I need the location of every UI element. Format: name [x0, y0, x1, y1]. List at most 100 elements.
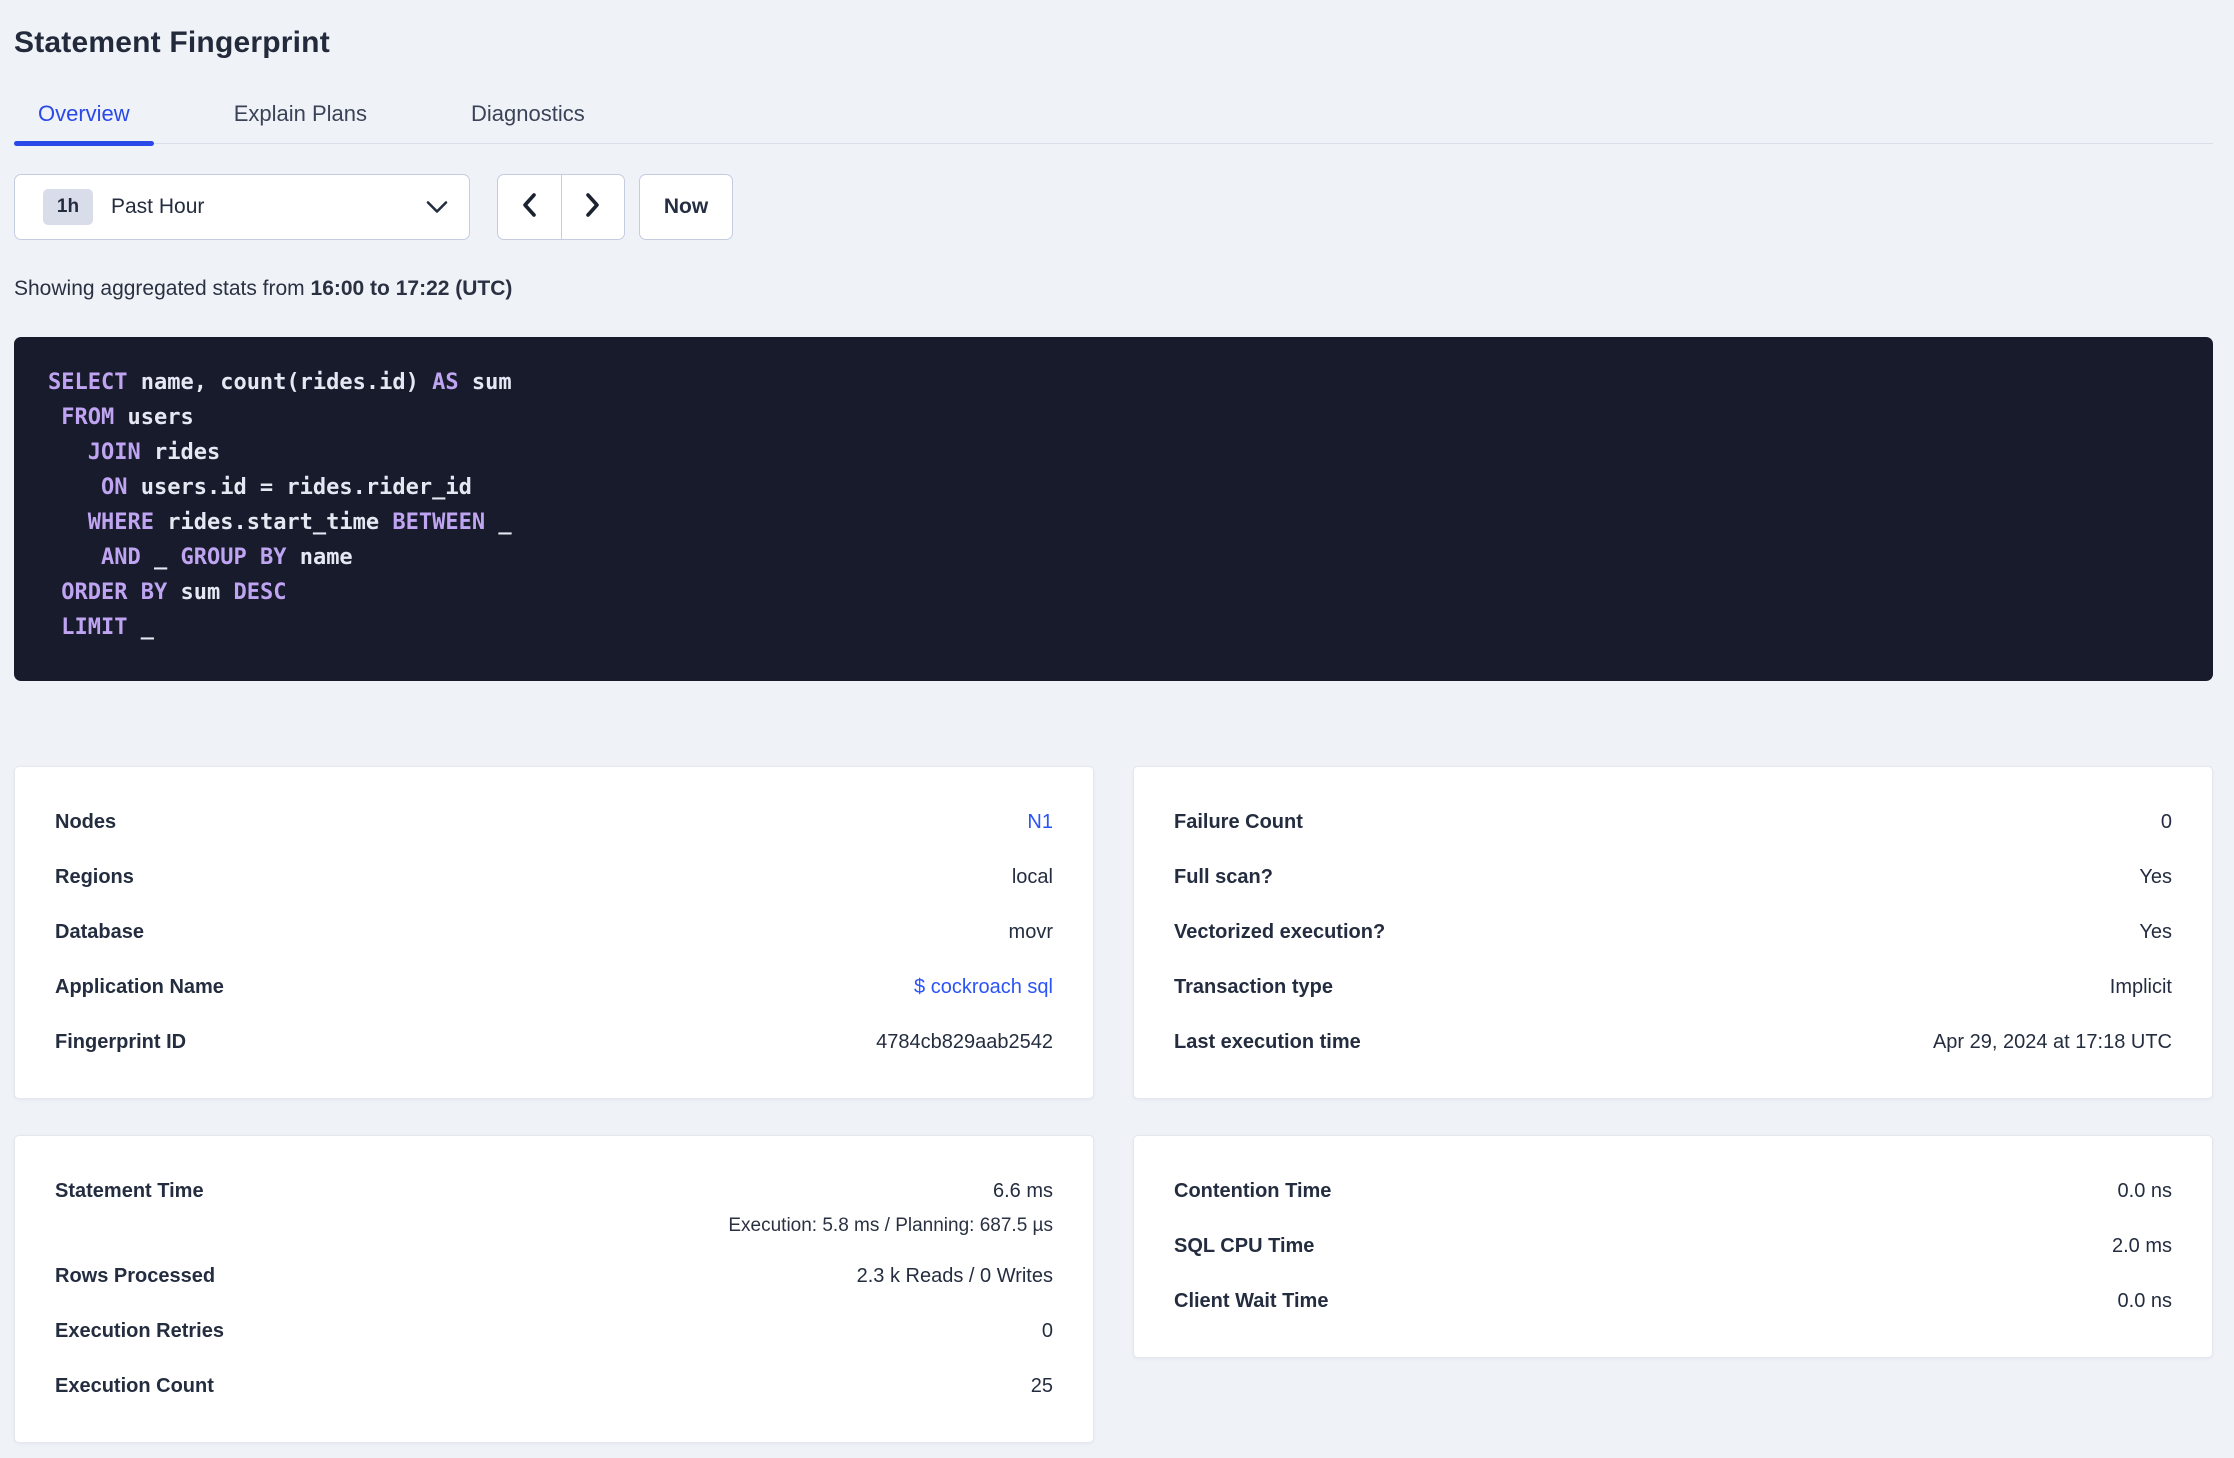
execution-attributes-card: Failure Count 0 Full scan? Yes Vectorized ex…	[1133, 766, 2213, 1099]
stat-value: local	[1011, 866, 1053, 888]
stat-label: Fingerprint ID	[55, 1031, 187, 1053]
sql-keyword: AND	[100, 545, 141, 570]
sql-statement-text: SELECT name, count(rides.id) AS sum FROM…	[48, 365, 2193, 645]
stat-row: Statement Time 6.6 ms	[55, 1164, 1053, 1219]
tab-explain-plans[interactable]: Explain Plans	[210, 101, 391, 143]
stat-value: Apr 29, 2024 at 17:18 UTC	[1932, 1031, 2172, 1053]
stat-label: Last execution time	[1174, 1031, 1361, 1053]
sql-keyword: GROUP BY	[180, 545, 287, 570]
stat-value: Yes	[2139, 921, 2172, 943]
sql-text: sum	[458, 370, 512, 395]
stat-row: Full scan? Yes	[1174, 850, 2172, 905]
stat-row: Transaction type Implicit	[1174, 960, 2172, 1015]
stat-row: Fingerprint ID 4784cb829aab2542	[55, 1015, 1053, 1070]
chevron-down-icon	[426, 200, 448, 214]
stat-value: 4784cb829aab2542	[876, 1031, 1053, 1053]
stat-row: Nodes N1	[55, 795, 1053, 850]
previous-time-button[interactable]	[498, 175, 562, 239]
stat-label: Nodes	[55, 811, 117, 833]
sql-statement-box: SELECT name, count(rides.id) AS sum FROM…	[14, 337, 2213, 681]
next-time-button[interactable]	[562, 175, 625, 239]
stat-row: Database movr	[55, 905, 1053, 960]
stat-value: 6.6 ms	[992, 1180, 1053, 1202]
stat-label: Contention Time	[1174, 1180, 1332, 1202]
sql-text: _	[485, 510, 512, 535]
stat-label: Application Name	[55, 976, 224, 998]
stat-value: 0	[1041, 1320, 1053, 1342]
stat-label: Statement Time	[55, 1180, 204, 1202]
stat-row: Last execution time Apr 29, 2024 at 17:18…	[1174, 1015, 2172, 1070]
sql-text: rides	[140, 440, 221, 465]
stat-row: Execution Count 25	[55, 1359, 1053, 1414]
chevron-right-icon	[584, 192, 602, 223]
summary-cards: Nodes N1 Regions local Database movr Applicati…	[14, 766, 2213, 1443]
stat-label: Execution Retries	[55, 1320, 224, 1342]
time-interval-badge: 1h	[43, 189, 93, 225]
stat-value: Yes	[2139, 866, 2172, 888]
stat-row: Application Name $ cockroach sql	[55, 960, 1053, 1015]
stat-value: 2.3 k Reads / 0 Writes	[856, 1265, 1053, 1287]
stat-value-link[interactable]: N1	[1027, 811, 1053, 834]
stat-label: Regions	[55, 866, 134, 888]
stat-row: Vectorized execution? Yes	[1174, 905, 2172, 960]
sql-keyword: JOIN	[87, 440, 141, 465]
stat-value: 0.0 ns	[2117, 1290, 2172, 1312]
caption-time-range: 16:00 to 17:22 (UTC)	[310, 277, 513, 300]
stat-row: Execution Retries 0	[55, 1304, 1053, 1359]
stat-value: 2.0 ms	[2111, 1235, 2172, 1257]
time-range-label: Past Hour	[111, 195, 205, 218]
sql-keyword: DESC	[233, 580, 287, 605]
sql-text: _	[140, 545, 181, 570]
stat-value-link[interactable]: $ cockroach sql	[914, 976, 1053, 999]
stat-label: Full scan?	[1174, 866, 1273, 888]
time-pager	[497, 174, 625, 240]
sql-text: _	[127, 615, 154, 640]
stat-label: Transaction type	[1174, 976, 1333, 998]
chevron-left-icon	[520, 192, 538, 223]
sql-text: users	[114, 405, 194, 430]
sql-keyword: LIMIT	[61, 615, 128, 640]
stat-label: Database	[55, 921, 144, 943]
time-controls: 1h Past Hour Now	[14, 174, 2213, 240]
sql-keyword: AS	[432, 370, 459, 395]
page-title: Statement Fingerprint	[14, 26, 330, 59]
statement-details-card: Nodes N1 Regions local Database movr Applicati…	[14, 766, 1094, 1099]
sql-keyword: WHERE	[87, 510, 154, 535]
stat-label: Failure Count	[1174, 811, 1303, 833]
stat-value: movr	[1008, 921, 1053, 943]
tab-diagnostics[interactable]: Diagnostics	[447, 101, 609, 143]
stat-row: Regions local	[55, 850, 1053, 905]
sql-text: sum	[167, 580, 234, 605]
sql-keyword: ON	[100, 475, 128, 500]
stat-subvalue: Execution: 5.8 ms / Planning: 687.5 µs	[728, 1215, 1053, 1236]
tab-bar: Overview Explain Plans Diagnostics	[14, 101, 2213, 146]
sql-keyword: ORDER BY	[61, 580, 168, 605]
stat-value: Implicit	[2109, 976, 2172, 998]
stat-row: SQL CPU Time 2.0 ms	[1174, 1219, 2172, 1274]
stat-row: Contention Time 0.0 ns	[1174, 1164, 2172, 1219]
tab-overview[interactable]: Overview	[14, 101, 154, 146]
caption-prefix: Showing aggregated stats from	[14, 277, 311, 300]
wait-times-card: Contention Time 0.0 ns SQL CPU Time 2.0 ms C…	[1133, 1135, 2213, 1358]
stat-value: 25	[1030, 1375, 1053, 1397]
stat-value: 0	[2160, 811, 2172, 833]
now-button[interactable]: Now	[639, 174, 733, 240]
sql-text: rides.start_time	[153, 510, 393, 535]
stat-label: Rows Processed	[55, 1265, 216, 1287]
stat-label: SQL CPU Time	[1174, 1235, 1315, 1257]
sql-keyword: FROM	[61, 405, 115, 430]
time-range-dropdown[interactable]: 1h Past Hour	[14, 174, 470, 240]
sql-text: users.id = rides.rider_id	[127, 475, 472, 500]
sql-text: name	[286, 545, 353, 570]
statement-fingerprint-page: Statement Fingerprint Overview Explain Pl…	[0, 24, 2234, 1443]
stat-row: Client Wait Time 0.0 ns	[1174, 1274, 2172, 1329]
statement-times-card: Statement Time 6.6 ms Execution: 5.8 ms / …	[14, 1135, 1094, 1443]
stat-label: Execution Count	[55, 1375, 214, 1397]
aggregated-stats-caption: Showing aggregated stats from 16:00 to 1…	[14, 277, 2213, 301]
